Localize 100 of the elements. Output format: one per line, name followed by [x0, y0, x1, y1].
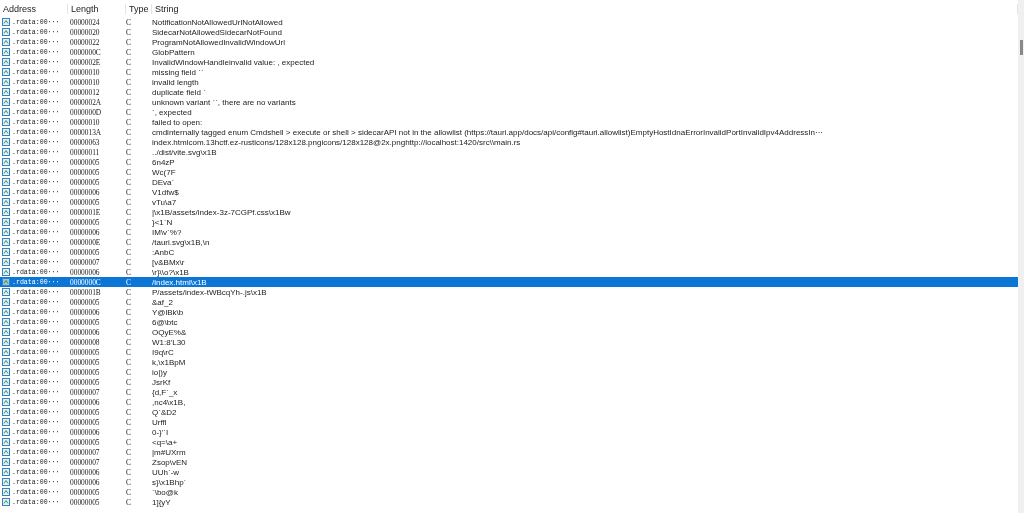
string-cell-text: &af_2 [152, 297, 174, 307]
string-icon [2, 228, 10, 236]
string-cell-text: unknown variant ``, there are no variants [152, 97, 297, 107]
string-icon [2, 168, 10, 176]
string-cell-text: /tauri.svg\x1B,\n [152, 237, 211, 247]
string-icon [2, 68, 10, 76]
string-icon [2, 238, 10, 246]
string-cell-text: :AnbC [152, 247, 176, 257]
string-icon [2, 308, 10, 316]
string-cell-text: invalid length [152, 77, 200, 87]
string-cell-text: /index.html\x1B [152, 277, 208, 287]
string-cell-text: P/assets/index-tWBcqYh-.js\x1B [152, 287, 268, 297]
string-icon [2, 58, 10, 66]
string-cell-text: NotificationNotAllowedUrlNotAllowed [152, 17, 284, 27]
string-cell-text: I9q\rC [152, 347, 175, 357]
string-cell-text: index.htmlcom.13hctf.ez-rusticons/128x128.pngicons/128x128@2x.pnghttp://localhost:1420/src\\main.rs [152, 137, 522, 147]
string-cell-text: SidecarNotAllowedSidecarNotFound [152, 27, 283, 37]
string-icon [2, 278, 10, 286]
string-cell-text: duplicate field ` [152, 87, 207, 97]
string-icon [2, 488, 10, 496]
scrollbar-thumb[interactable] [1020, 40, 1023, 55]
string-cell-text: s}\x1Bhp` [152, 477, 188, 487]
string-cell-text: Y@lBk\b [152, 307, 185, 317]
string-icon [2, 328, 10, 336]
string-cell-text: <q=\a+ [152, 437, 179, 447]
string-icon [2, 128, 10, 136]
string-cell-text: W1:8'L30 [152, 337, 187, 347]
string-cell-text: 0-}'`I [152, 427, 170, 437]
scrollbar[interactable] [1018, 0, 1024, 513]
string-icon [2, 458, 10, 466]
string-icon [2, 498, 10, 506]
string-cell-text: `, expected [152, 107, 193, 117]
string-icon [2, 368, 10, 376]
string-cell-text: \r}\\o?\x1B [152, 267, 190, 277]
string-cell-text: |\x1B/assets/index-3z-7CGPf.css\x1Bw [152, 207, 292, 217]
string-cell-text: Q`&D2 [152, 407, 178, 417]
column-header[interactable]: Length [68, 3, 126, 14]
column-header[interactable]: Type [126, 3, 152, 14]
string-cell-text: |m#UXrm [152, 447, 187, 457]
string-icon [2, 158, 10, 166]
string-icon [2, 318, 10, 326]
string-icon [2, 288, 10, 296]
string-icon [2, 138, 10, 146]
string-icon [2, 338, 10, 346]
string-icon [2, 88, 10, 96]
string-cell-text: missing field `` [152, 67, 205, 77]
string-icon [2, 38, 10, 46]
string-icon [2, 118, 10, 126]
string-icon [2, 18, 10, 26]
string-cell-text: ProgramNotAllowedInvalidWindowUrl [152, 37, 286, 47]
column-header[interactable]: Address [0, 3, 68, 14]
string-cell-text: JsrKf [152, 377, 172, 387]
string-cell-text: Zsop\vEN [152, 457, 189, 467]
string-icon [2, 418, 10, 426]
string-cell-text: }<1`N [152, 217, 174, 227]
string-icon [2, 178, 10, 186]
string-cell-text: io|)y [152, 367, 168, 377]
string-icon [2, 218, 10, 226]
string-icon [2, 348, 10, 356]
string-icon [2, 48, 10, 56]
string-cell-text: {d,F`_x [152, 387, 179, 397]
string-cell-text: Urffl [152, 417, 168, 427]
string-icon [2, 408, 10, 416]
string-cell-text: UUh`-w [152, 467, 181, 477]
string-cell-text: 6n4zP [152, 157, 176, 167]
string-cell-text: 6@\btc [152, 317, 179, 327]
string-cell-text: IM\v`%? [152, 227, 183, 237]
string-cell-text: cmdinternally tagged enum Cmdshell > execute or shell > sidecarAPI not in the allowlist (https://tauri.app/docs/api/config#tauri.allowlist)EmptyHostIdnaErrorInvalidPortInvalidIpv4AddressIn··· [152, 127, 824, 137]
string-cell-text: 1]{yY [152, 497, 172, 507]
string-icon [2, 298, 10, 306]
string-icon [2, 428, 10, 436]
string-cell-text: [v&BMx\r [152, 257, 186, 267]
string-icon [2, 378, 10, 386]
string-icon [2, 268, 10, 276]
string-icon [2, 108, 10, 116]
string-cell-text: `\bo@k [152, 487, 179, 497]
string-icon [2, 388, 10, 396]
string-icon [2, 98, 10, 106]
string-icon [2, 438, 10, 446]
string-cell-text: V1dfw$ [152, 187, 180, 197]
string-cell-text: DEva` [152, 177, 176, 187]
string-icon [2, 478, 10, 486]
string-icon [2, 28, 10, 36]
string-icon [2, 198, 10, 206]
string-cell-text: ,nc4\x1B, [152, 397, 187, 407]
string-icon [2, 468, 10, 476]
string-icon [2, 188, 10, 196]
string-icon [2, 398, 10, 406]
string-cell-text: vTu\a7 [152, 197, 178, 207]
string-icon [2, 258, 10, 266]
string-cell-text: InvalidWindowHandleinvalid value: , expected [152, 57, 316, 67]
string-cell-text: Wc(7F [152, 167, 177, 177]
string-cell-text: failed to open: [152, 117, 204, 127]
string-cell-text: OQyE%& [152, 327, 188, 337]
string-cell-text: k,\x1BpM [152, 357, 187, 367]
string-cell-text: GlobPattern [152, 47, 196, 57]
string-icon [2, 78, 10, 86]
string-icon [2, 208, 10, 216]
string-icon [2, 448, 10, 456]
string-icon [2, 148, 10, 156]
